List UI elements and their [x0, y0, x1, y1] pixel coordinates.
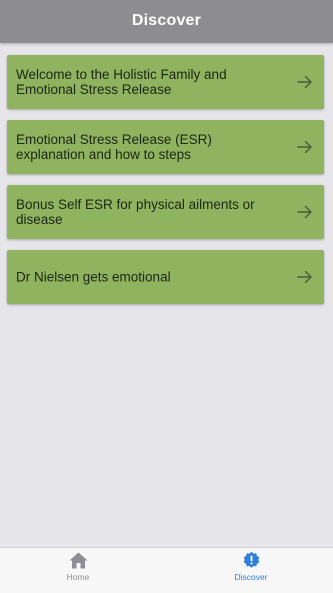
tab-bar: Home Discover: [0, 547, 333, 593]
discover-list: Welcome to the Holistic Family and Emoti…: [7, 55, 324, 315]
discover-badge-icon: [243, 551, 260, 568]
arrow-right-icon: [297, 270, 312, 284]
page-title: Discover: [131, 12, 202, 29]
list-item-label: Welcome to the Holistic Family and Emoti…: [16, 67, 227, 97]
list-item-welcome[interactable]: Welcome to the Holistic Family and Emoti…: [7, 55, 324, 109]
arrow-right-icon: [297, 140, 312, 154]
tab-discover-label: Discover: [234, 572, 268, 582]
arrow-right-icon: [297, 205, 312, 219]
tab-home-label: Home: [66, 572, 90, 582]
list-item-label: Dr Nielsen gets emotional: [16, 269, 171, 285]
list-item-esr-explanation[interactable]: Emotional Stress Release (ESR) explanati…: [7, 120, 324, 174]
list-item-bonus-self-esr[interactable]: Bonus Self ESR for physical ailments or …: [7, 185, 324, 239]
list-item-label: Emotional Stress Release (ESR) explanati…: [16, 132, 212, 162]
list-item-dr-nielsen[interactable]: Dr Nielsen gets emotional: [7, 250, 324, 304]
arrow-right-icon: [297, 75, 312, 89]
home-icon: [69, 552, 88, 569]
nav-header: Discover: [0, 0, 333, 43]
tab-discover[interactable]: Discover: [206, 548, 296, 593]
list-item-label: Bonus Self ESR for physical ailments or …: [16, 197, 255, 227]
tab-home[interactable]: Home: [33, 548, 123, 593]
